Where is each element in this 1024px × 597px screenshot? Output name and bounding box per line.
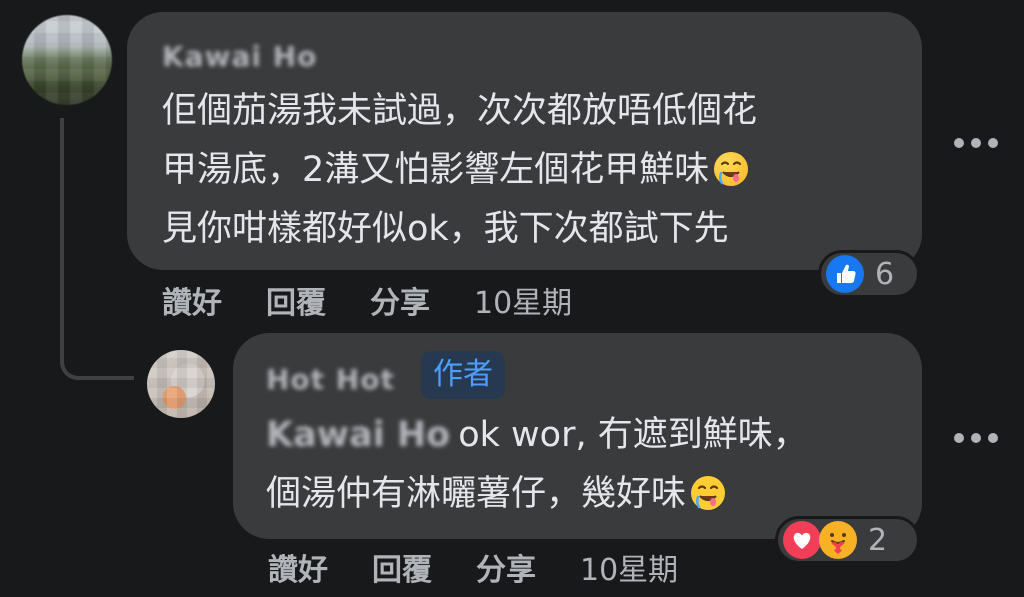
dot-icon — [954, 138, 964, 148]
thread-connector-line — [60, 118, 134, 380]
comment-text: 佢個茄湯我未試過，次次都放唔低個花 甲湯底，2溝又怕影響左個花甲鮮味 見你咁樣都… — [162, 82, 757, 259]
mention-tag[interactable]: Kawai Ho — [266, 406, 450, 465]
dot-icon — [971, 138, 981, 148]
comment-timestamp[interactable]: 10星期 — [474, 278, 572, 322]
share-button[interactable]: 分享 — [370, 278, 430, 322]
like-reaction-icon — [826, 255, 864, 293]
dot-icon — [988, 138, 998, 148]
dot-icon — [988, 433, 998, 443]
comment-line: 個湯仲有淋曬薯仔，幾好味 — [266, 465, 808, 524]
reply-button[interactable]: 回覆 — [372, 545, 432, 589]
reaction-count: 6 — [875, 256, 895, 292]
more-options-button[interactable] — [954, 428, 998, 448]
comment-text: Kawai Ho ok wor, 冇遮到鮮味， 個湯仲有淋曬薯仔，幾好味 — [266, 406, 808, 524]
comment-author-name[interactable]: Kawai Ho — [162, 40, 317, 73]
reply-bubble: Hot Hot 作者 Kawai Ho ok wor, 冇遮到鮮味， 個湯仲有淋曬… — [233, 333, 922, 539]
reaction-summary[interactable]: 2 — [775, 516, 920, 564]
comment-author-name[interactable]: Hot Hot — [266, 363, 395, 396]
care-reaction-icon — [819, 521, 857, 559]
dot-icon — [971, 433, 981, 443]
love-reaction-icon — [783, 521, 821, 559]
drooling-face-emoji-icon — [714, 152, 749, 186]
avatar[interactable] — [22, 15, 112, 105]
dot-icon — [954, 433, 964, 443]
comment-line: 見你咁樣都好似ok，我下次都試下先 — [162, 209, 729, 249]
like-button[interactable]: 讚好 — [162, 278, 222, 322]
reply-button[interactable]: 回覆 — [266, 278, 326, 322]
share-button[interactable]: 分享 — [476, 545, 536, 589]
more-options-button[interactable] — [954, 133, 998, 153]
reaction-summary[interactable]: 6 — [818, 250, 920, 298]
comment-actions: 讚好 回覆 分享 10星期 — [162, 278, 572, 322]
comment-bubble: Kawai Ho 佢個茄湯我未試過，次次都放唔低個花 甲湯底，2溝又怕影響左個花… — [127, 12, 922, 270]
comment-line: 佢個茄湯我未試過，次次都放唔低個花 — [162, 91, 758, 131]
author-badge: 作者 — [421, 351, 505, 399]
comment-line-text: ok wor, 冇遮到鮮味， — [458, 415, 808, 455]
like-button[interactable]: 讚好 — [268, 545, 328, 589]
avatar[interactable] — [147, 350, 215, 418]
comment-thread: Kawai Ho 佢個茄湯我未試過，次次都放唔低個花 甲湯底，2溝又怕影響左個花… — [0, 0, 1024, 597]
comment-timestamp[interactable]: 10星期 — [580, 545, 678, 589]
comment-actions: 讚好 回覆 分享 10星期 — [268, 545, 678, 589]
drooling-face-emoji-icon — [691, 476, 726, 510]
comment-line-text: 甲湯底，2溝又怕影響左個花甲鮮味 — [162, 150, 710, 190]
comment-line-text: 個湯仲有淋曬薯仔，幾好味 — [266, 474, 687, 514]
reaction-count: 2 — [868, 522, 888, 558]
comment-line: Kawai Ho ok wor, 冇遮到鮮味， — [266, 406, 808, 465]
comment-line: 甲湯底，2溝又怕影響左個花甲鮮味 — [162, 141, 757, 200]
